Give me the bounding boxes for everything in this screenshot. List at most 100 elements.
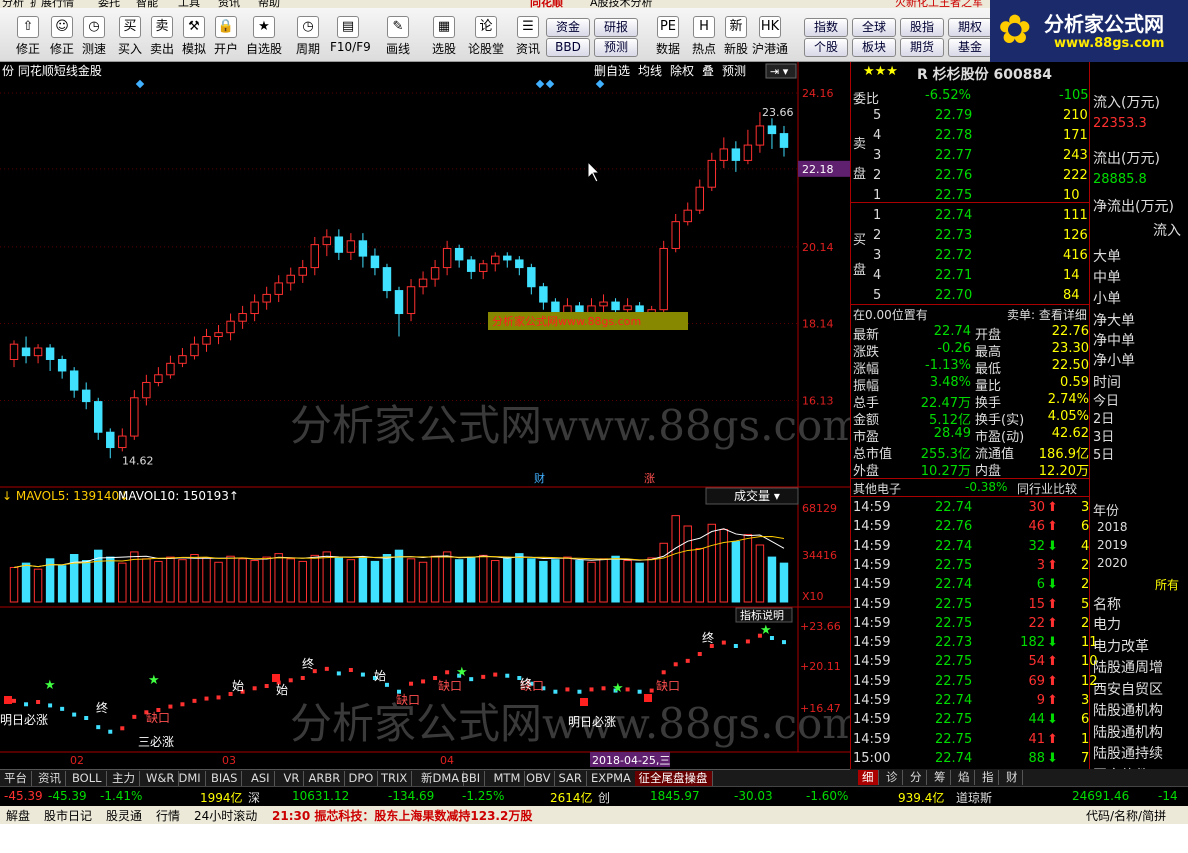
ask-price[interactable]: 22.78 — [935, 128, 972, 143]
panel-tab[interactable]: 筹 — [930, 770, 951, 785]
toolbar-small-button[interactable]: 全球 — [852, 18, 896, 37]
indicator-tab[interactable]: 资讯 — [34, 771, 66, 786]
toolbar-small-button[interactable]: 个股 — [804, 38, 848, 57]
bid-price[interactable]: 22.71 — [935, 268, 972, 283]
toolbar-small-button[interactable]: 指数 — [804, 18, 848, 37]
concept-item[interactable]: 陆股通周增 — [1093, 657, 1163, 677]
indicator-tab[interactable]: ASI — [247, 771, 275, 786]
search-input[interactable]: 代码/名称/简拼 — [1086, 807, 1166, 824]
toolbar-button-star-folder[interactable]: ★ 自选股 — [246, 12, 282, 60]
toolbar-button-document[interactable]: ▤ F10/F9 — [330, 12, 371, 60]
info-tab[interactable]: 行情 — [156, 807, 180, 824]
chart-tool-button[interactable]: 除权 — [670, 63, 694, 78]
status-label[interactable]: 深 — [248, 789, 260, 806]
indicator-tab[interactable]: 征全尾盘操盘 — [634, 771, 713, 786]
panel-tab[interactable]: 焰 — [954, 770, 975, 785]
toolbar-button-clock[interactable]: ◷ 周期 — [290, 12, 326, 60]
toolbar-button-chat[interactable]: 论论股堂 — [468, 12, 504, 60]
indicator-tab[interactable]: EXPMA — [587, 771, 636, 786]
toolbar-small-button[interactable]: BBD — [546, 38, 590, 57]
toolbar-small-button[interactable]: 板块 — [852, 38, 896, 57]
toolbar-button-hk[interactable]: HK 沪港通 — [752, 12, 788, 60]
indicator-tab[interactable]: DPO — [345, 771, 379, 786]
toolbar-small-button[interactable]: 研报 — [594, 18, 638, 37]
news-ticker[interactable]: 21:30 振芯科技：股东上海果数减持123.2万股 — [272, 807, 532, 824]
panel-tab[interactable]: 诊 — [882, 770, 903, 785]
indicator-tab[interactable]: ARBR — [305, 771, 346, 786]
toolbar-button-sell[interactable]: 卖卖出 — [144, 12, 180, 60]
toolbar-button-pe[interactable]: PE 数据 — [650, 12, 686, 60]
panel-tab[interactable]: 指 — [978, 770, 999, 785]
info-tab[interactable]: 24小时滚动 — [194, 807, 257, 824]
panel-tab[interactable]: 分 — [906, 770, 927, 785]
info-tab[interactable]: 股市日记 — [44, 807, 92, 824]
toolbar-small-button[interactable]: 基金 — [948, 38, 992, 57]
status-label[interactable]: 创 — [598, 789, 610, 806]
ask-price[interactable]: 22.76 — [935, 168, 972, 183]
toolbar-small-button[interactable]: 期货 — [900, 38, 944, 57]
indicator-tab[interactable]: BOLL — [68, 771, 107, 786]
indicator-tab[interactable]: OBV — [522, 771, 556, 786]
toolbar-button-smile[interactable]: ☺ 修正 — [44, 12, 80, 60]
bid-price[interactable]: 22.72 — [935, 248, 972, 263]
status-label[interactable]: 道琼斯 — [956, 789, 992, 806]
limit-marker[interactable]: 涨 — [644, 472, 655, 485]
indicator-tab[interactable]: MTM — [490, 771, 526, 786]
sector-name[interactable]: 其他电子 — [853, 480, 901, 497]
toolbar-button-lock[interactable]: 🔒 开户 — [208, 12, 244, 60]
concept-item[interactable]: 电力改革 — [1093, 636, 1149, 656]
indicator-tab[interactable]: VR — [280, 771, 305, 786]
indicator-tab[interactable]: SAR — [555, 771, 587, 786]
chart-tool-button[interactable]: 均线 — [638, 64, 662, 78]
menu-analysis[interactable]: 分析 — [2, 0, 24, 8]
toolbar-button-grid[interactable]: ▦ 选股 — [426, 12, 462, 60]
chart-tool-button[interactable]: 叠 — [702, 64, 714, 78]
concept-item[interactable]: 陆股通机构 — [1093, 722, 1163, 742]
menu-smart[interactable]: 智能 — [136, 0, 158, 8]
ask-price[interactable]: 22.75 — [935, 188, 972, 203]
toolbar-small-button[interactable]: 期权 — [948, 18, 992, 37]
menu-extended[interactable]: 扩展行情 — [30, 0, 74, 8]
finance-marker[interactable]: 财 — [534, 471, 545, 485]
bid-price[interactable]: 22.74 — [935, 208, 972, 223]
toolbar-button-up-arrow[interactable]: ⇧ 修正 — [10, 12, 46, 60]
toolbar-button-gavel[interactable]: ⚒ 模拟 — [176, 12, 212, 60]
toolbar-button-clock[interactable]: ◷ 测速 — [76, 12, 112, 60]
toolbar-small-button[interactable]: 股指 — [900, 18, 944, 37]
panel-tab[interactable]: 财 — [1002, 770, 1023, 785]
toolbar-button-news[interactable]: ☰ 资讯 — [510, 12, 546, 60]
concept-item[interactable]: 西安自贸区 — [1093, 679, 1163, 699]
toolbar-small-button[interactable]: 预测 — [594, 38, 638, 57]
day-range-label[interactable]: 5日 — [1093, 444, 1114, 463]
bid-price[interactable]: 22.73 — [935, 228, 972, 243]
toolbar-button-pencil[interactable]: ✎ 画线 — [380, 12, 416, 60]
indicator-tab[interactable]: BBI — [457, 771, 486, 786]
toolbar-button-buy[interactable]: 买买入 — [112, 12, 148, 60]
concept-item[interactable]: 电力 — [1093, 614, 1121, 634]
ask-price[interactable]: 22.79 — [935, 108, 972, 123]
day-range-label[interactable]: 今日 — [1093, 390, 1119, 409]
sell-detail-link[interactable]: 卖单: 查看详细 — [1007, 306, 1087, 323]
indicator-tab[interactable]: TRIX — [377, 771, 413, 786]
concept-item[interactable]: 陆股通机构 — [1093, 700, 1163, 720]
menu-tools[interactable]: 工具 — [178, 0, 200, 8]
info-tab[interactable]: 股灵通 — [106, 807, 142, 824]
toolbar-small-button[interactable]: 资金 — [546, 18, 590, 37]
panel-tab[interactable]: 细 — [858, 770, 879, 785]
indicator-tab[interactable]: 平台 — [0, 771, 32, 786]
bid-price[interactable]: 22.70 — [935, 288, 972, 303]
concept-item[interactable]: 陆股通持续 — [1093, 743, 1163, 763]
toolbar-button-new-stock[interactable]: 新新股 — [718, 12, 754, 60]
menu-order[interactable]: 委托 — [98, 0, 120, 8]
day-range-label[interactable]: 3日 — [1093, 426, 1114, 445]
indicator-tab[interactable]: DMI — [175, 771, 206, 786]
compare-button[interactable]: 同行业比较 — [1017, 480, 1077, 497]
menu-info[interactable]: 资讯 — [218, 0, 240, 8]
toolbar-button-hot[interactable]: H 热点 — [686, 12, 722, 60]
info-tab[interactable]: 解盘 — [6, 807, 30, 824]
ask-price[interactable]: 22.77 — [935, 148, 972, 163]
indicator-tab[interactable]: BIAS — [207, 771, 243, 786]
chart-tool-button[interactable]: 预测 — [722, 64, 746, 78]
kline-chart-area[interactable]: 分析家公式网www.88gs.com 分析家公式网www.88gs.com 23.6… — [0, 62, 850, 769]
menu-help[interactable]: 帮助 — [258, 0, 280, 8]
